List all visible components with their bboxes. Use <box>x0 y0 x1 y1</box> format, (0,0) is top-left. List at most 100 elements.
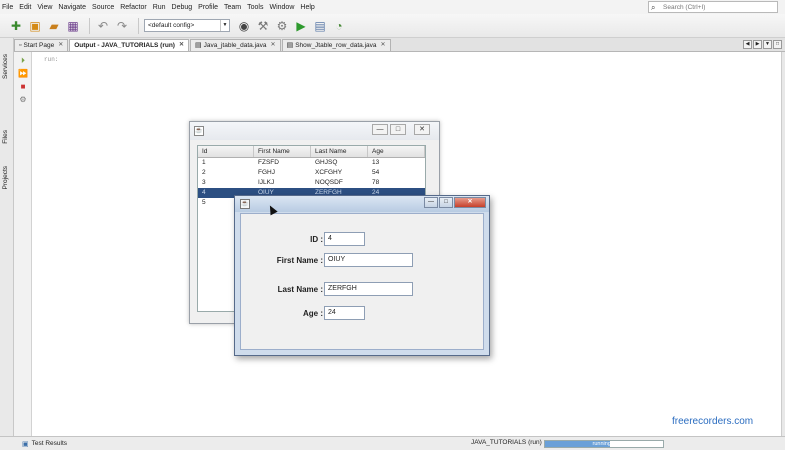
cell: NOQSDF <box>315 179 343 186</box>
settings-icon[interactable]: ⚙ <box>18 95 28 105</box>
maximize-button[interactable]: □ <box>439 197 453 208</box>
table-row[interactable]: 3 IJLKJ NOQSDF 78 <box>198 178 425 188</box>
menu-help[interactable]: Help <box>300 4 314 11</box>
build-hammer-icon[interactable]: ⚒ <box>255 18 271 34</box>
debug-icon[interactable]: ▤ <box>312 18 328 34</box>
test-results-button[interactable]: ▣ Test Results <box>22 440 67 448</box>
last-name-field[interactable]: ZERFGH <box>324 282 413 296</box>
test-results-icon: ▣ <box>22 440 29 448</box>
cell: FZSFD <box>258 159 279 166</box>
editor-tab-strip: ▫ Start Page ✕ Output - JAVA_TUTORIALS (… <box>14 38 785 52</box>
search-box[interactable]: ⌕ Search (Ctrl+I) <box>648 1 778 13</box>
menu-run[interactable]: Run <box>153 4 166 11</box>
screen-edge <box>785 0 800 450</box>
tab-navigation: ◀ ▶ ▼ □ <box>742 40 782 49</box>
progress-text: running... <box>592 441 616 447</box>
cell: 3 <box>202 179 206 186</box>
jtable-window-titlebar[interactable]: ☕ — □ ✕ <box>190 122 439 140</box>
config-select-value: <default config> <box>148 22 195 29</box>
cell: GHJSQ <box>315 159 338 166</box>
save-all-icon[interactable]: ▦ <box>65 18 81 34</box>
table-row[interactable]: 2 FGHJ XCFGHY 54 <box>198 168 425 178</box>
rerun-different-params-icon[interactable]: ⏩ <box>18 69 28 79</box>
tab-java-jtable-data[interactable]: ▤ Java_jtable_data.java ✕ <box>190 39 281 51</box>
scroll-tabs-left-icon[interactable]: ◀ <box>743 40 752 49</box>
minimize-button[interactable]: — <box>424 197 438 208</box>
cell: XCFGHY <box>315 169 343 176</box>
progress-bar: running... <box>544 440 664 448</box>
new-file-icon[interactable]: ✚ <box>8 18 24 34</box>
side-panel-strip: Services Files Projects <box>0 38 14 436</box>
close-icon[interactable]: ✕ <box>271 40 276 51</box>
search-placeholder: Search (Ctrl+I) <box>663 3 706 11</box>
side-tab-projects[interactable]: Projects <box>2 166 9 189</box>
menu-team[interactable]: Team <box>224 4 241 11</box>
menu-edit[interactable]: Edit <box>19 4 31 11</box>
watermark-text: freerecorders.com <box>672 416 754 427</box>
minimize-button[interactable]: — <box>372 124 388 135</box>
cell: 78 <box>372 179 380 186</box>
table-header: Id First Name Last Name Age <box>198 146 425 158</box>
tab-show-jtable-row-data[interactable]: ▤ Show_Jtable_row_data.java ✕ <box>281 39 391 51</box>
close-button[interactable]: ✕ <box>454 197 486 208</box>
open-project-icon[interactable]: ▰ <box>46 18 62 34</box>
maximize-button[interactable]: □ <box>390 124 406 135</box>
run-icon[interactable]: ▶ <box>293 18 309 34</box>
tab-label: Show_Jtable_row_data.java <box>295 42 377 49</box>
first-name-field[interactable]: OIUY <box>324 253 413 267</box>
close-button[interactable]: ✕ <box>414 124 430 135</box>
tab-output[interactable]: Output - JAVA_TUTORIALS (run) ✕ <box>69 39 190 51</box>
column-header-last-name[interactable]: Last Name <box>311 146 368 157</box>
config-select[interactable]: <default config> ▼ <box>144 19 230 32</box>
column-header-id[interactable]: Id <box>198 146 254 157</box>
age-field[interactable]: 24 <box>324 306 365 320</box>
row-details-window[interactable]: ☕ — □ ✕ ID : 4 First Name : OIUY Last Na… <box>234 195 490 356</box>
side-tab-files[interactable]: Files <box>2 130 9 144</box>
id-label: ID : <box>310 235 323 244</box>
menu-refactor[interactable]: Refactor <box>120 4 146 11</box>
age-label: Age : <box>303 309 323 318</box>
tab-label: Output - JAVA_TUTORIALS (run) <box>74 42 175 49</box>
column-header-first-name[interactable]: First Name <box>254 146 311 157</box>
close-icon[interactable]: ✕ <box>381 40 386 51</box>
status-bar: ▣ Test Results JAVA_TUTORIALS (run) runn… <box>0 436 785 450</box>
menu-navigate[interactable]: Navigate <box>58 4 86 11</box>
java-file-icon: ▤ <box>286 42 294 49</box>
cell: 1 <box>202 159 206 166</box>
tab-list-icon[interactable]: ▼ <box>763 40 772 49</box>
search-icon: ⌕ <box>651 2 656 12</box>
table-row[interactable]: 1 FZSFD GHJSQ 13 <box>198 158 425 168</box>
column-header-age[interactable]: Age <box>368 146 425 157</box>
close-icon[interactable]: ✕ <box>58 40 63 51</box>
clean-build-icon[interactable]: ⚙ <box>274 18 290 34</box>
menu-debug[interactable]: Debug <box>172 4 193 11</box>
menu-source[interactable]: Source <box>92 4 114 11</box>
test-results-label: Test Results <box>31 440 68 447</box>
scroll-tabs-right-icon[interactable]: ▶ <box>753 40 762 49</box>
tab-label: Start Page <box>23 42 55 49</box>
rerun-icon[interactable]: ⏵ <box>18 56 28 66</box>
stop-icon[interactable]: ■ <box>18 82 28 92</box>
maximize-icon[interactable]: □ <box>773 40 782 49</box>
id-field[interactable]: 4 <box>324 232 365 246</box>
menu-profile[interactable]: Profile <box>198 4 218 11</box>
profile-icon[interactable]: ◔ <box>331 18 347 34</box>
new-project-icon[interactable]: ▣ <box>27 18 43 34</box>
toolbar-separator <box>138 17 139 34</box>
side-tab-services[interactable]: Services <box>2 54 9 79</box>
menu-window[interactable]: Window <box>269 4 294 11</box>
cell: 2 <box>202 169 206 176</box>
tab-start-page[interactable]: ▫ Start Page ✕ <box>14 39 69 51</box>
undo-icon[interactable]: ↶ <box>95 18 111 34</box>
cell: IJLKJ <box>258 179 275 186</box>
tab-label: Java_jtable_data.java <box>203 42 267 49</box>
close-icon[interactable]: ✕ <box>179 40 184 51</box>
menu-tools[interactable]: Tools <box>247 4 263 11</box>
java-app-icon: ☕ <box>240 199 250 209</box>
row-details-form: ID : 4 First Name : OIUY Last Name : ZER… <box>240 213 484 350</box>
menu-view[interactable]: View <box>37 4 52 11</box>
running-task-label: JAVA_TUTORIALS (run) <box>471 439 542 446</box>
menu-file[interactable]: File <box>2 4 13 11</box>
globe-icon[interactable]: ◉ <box>236 18 252 34</box>
redo-icon[interactable]: ↷ <box>114 18 130 34</box>
